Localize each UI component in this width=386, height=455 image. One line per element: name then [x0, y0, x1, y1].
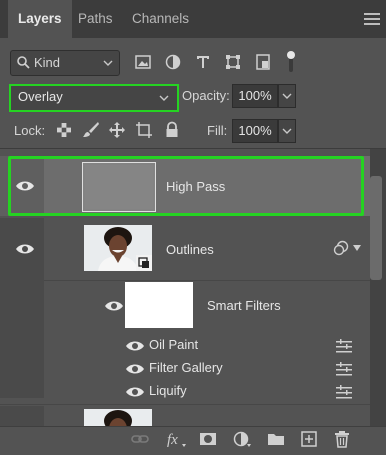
trash-icon[interactable]: [333, 430, 351, 448]
filter-name: Filter Gallery: [149, 360, 223, 375]
lock-label: Lock:: [14, 123, 46, 138]
filter-name: Liquify: [149, 383, 187, 398]
panel-tab-bar: Layers Paths Channels: [0, 0, 386, 38]
layer-row-outlines[interactable]: Outlines: [0, 218, 370, 281]
chevron-down-icon: [103, 60, 113, 66]
eye-icon[interactable]: [104, 299, 124, 313]
eye-icon[interactable]: [15, 242, 35, 256]
collapse-arrow-icon[interactable]: [352, 244, 362, 252]
chevron-down-icon: [282, 128, 292, 134]
visibility-cell: [0, 406, 44, 426]
scrollbar-thumb[interactable]: [370, 176, 382, 280]
layers-bottom-toolbar: [0, 426, 386, 455]
layers-list: High Pass Outlines Smart Filters Oil Pai…: [0, 149, 370, 426]
tab-channels[interactable]: Channels: [122, 0, 199, 38]
layer-thumbnail-photo[interactable]: [84, 409, 152, 426]
filter-name: Oil Paint: [149, 337, 199, 352]
layer-row-smart-filters[interactable]: Smart Filters: [0, 280, 370, 398]
smart-object-badge-icon: [136, 255, 152, 271]
image-filter-icon[interactable]: [134, 53, 152, 71]
artboard-icon[interactable]: [135, 121, 153, 139]
link-icon[interactable]: [131, 430, 149, 448]
opacity-slider-button[interactable]: [278, 84, 296, 108]
search-icon: [17, 56, 30, 69]
chevron-down-icon: [159, 95, 169, 101]
new-layer-icon[interactable]: [300, 430, 318, 448]
filter-effects-icon[interactable]: [333, 240, 349, 256]
chevron-down-icon: [282, 93, 292, 99]
filter-toggle-switch[interactable]: [287, 50, 295, 74]
blending-options-icon[interactable]: [336, 385, 352, 399]
smart-filters-mask-thumbnail[interactable]: [125, 282, 193, 328]
move-icon[interactable]: [108, 121, 126, 139]
blend-mode-select[interactable]: Overlay: [9, 84, 179, 112]
fx-icon[interactable]: fx: [166, 430, 188, 448]
mask-icon[interactable]: [199, 430, 217, 448]
type-filter-icon[interactable]: [194, 53, 212, 71]
blend-mode-value: Overlay: [18, 89, 63, 104]
fill-label: Fill:: [207, 123, 228, 138]
layer-thumbnail-photo[interactable]: [84, 225, 152, 271]
tab-layers[interactable]: Layers: [8, 0, 72, 38]
brush-icon[interactable]: [82, 121, 100, 139]
filter-row-oil-paint[interactable]: Oil Paint: [0, 334, 370, 358]
svg-text:fx: fx: [167, 432, 178, 448]
portrait-thumbnail-icon: [84, 409, 152, 426]
filter-kind-select[interactable]: Kind: [10, 50, 120, 76]
tab-paths[interactable]: Paths: [68, 0, 123, 38]
fill-input[interactable]: 100%: [232, 119, 278, 143]
layer-row-background[interactable]: [0, 406, 370, 426]
filter-kind-label: Kind: [34, 55, 61, 70]
shape-filter-icon[interactable]: [224, 53, 242, 71]
blending-options-icon[interactable]: [336, 339, 352, 353]
opacity-label: Opacity:: [182, 88, 230, 103]
blending-options-icon[interactable]: [336, 362, 352, 376]
panel-menu-icon[interactable]: [364, 12, 380, 26]
lock-all-icon[interactable]: [163, 121, 181, 139]
layer-name: Smart Filters: [207, 298, 281, 313]
highlight-outline: [8, 156, 364, 216]
adjustment-filter-icon[interactable]: [164, 53, 182, 71]
adjustment-icon[interactable]: [233, 430, 253, 448]
eye-icon[interactable]: [125, 362, 145, 376]
filter-row-liquify[interactable]: Liquify: [0, 380, 370, 405]
smart-object-filter-icon[interactable]: [254, 53, 272, 71]
lock-transparent-pixels-icon[interactable]: [55, 121, 73, 139]
layer-name: Outlines: [166, 242, 214, 257]
eye-icon[interactable]: [125, 339, 145, 353]
filter-row-filter-gallery[interactable]: Filter Gallery: [0, 357, 370, 381]
eye-icon[interactable]: [125, 385, 145, 399]
fill-slider-button[interactable]: [278, 119, 296, 143]
folder-icon[interactable]: [267, 430, 285, 448]
opacity-input[interactable]: 100%: [232, 84, 278, 108]
